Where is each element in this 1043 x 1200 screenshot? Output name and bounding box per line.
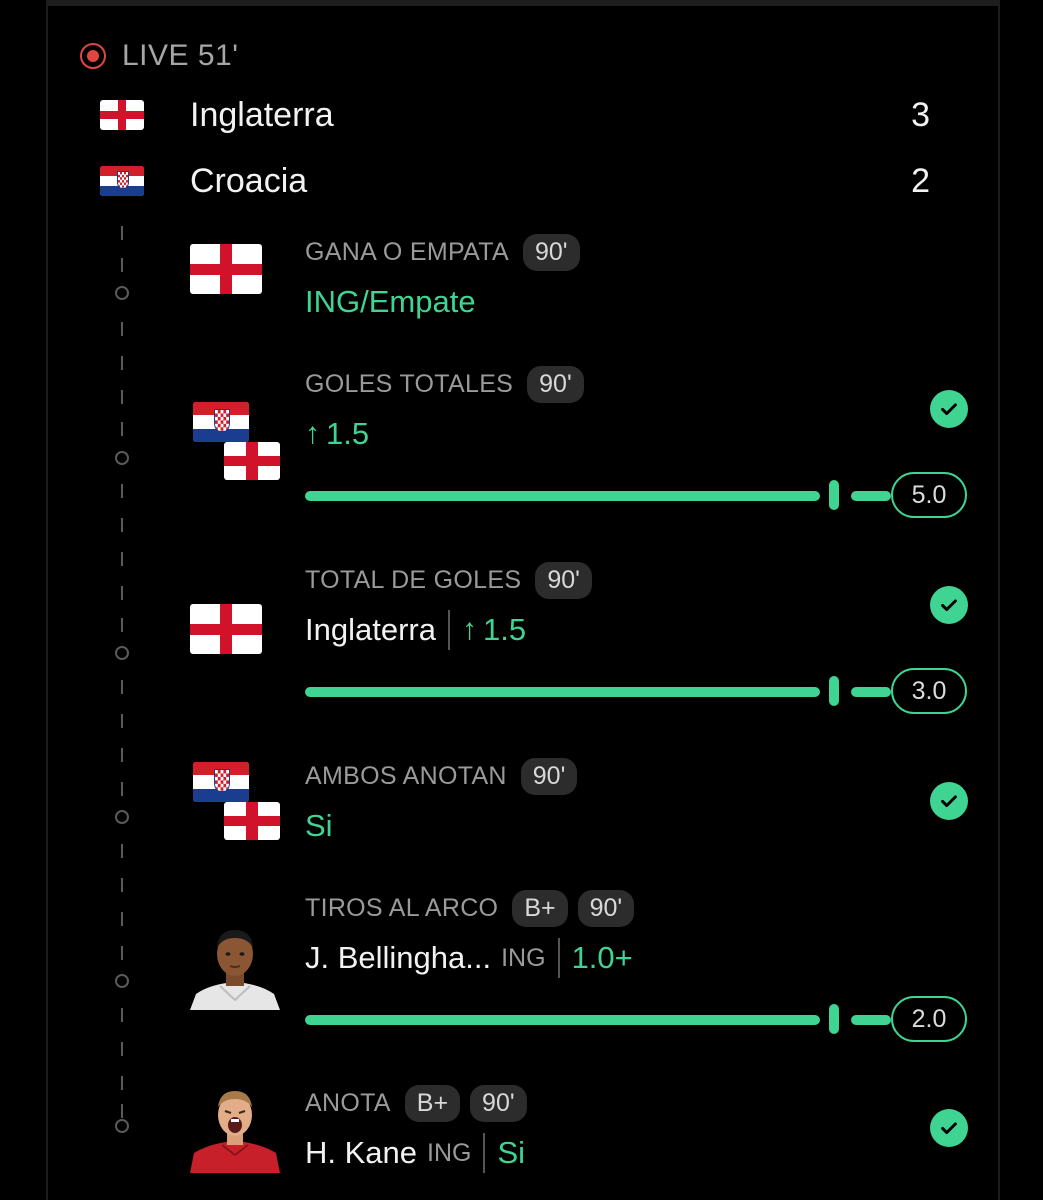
market-label: TIROS AL ARCO — [305, 893, 499, 922]
team-row-home: Inglaterra 3 — [100, 92, 940, 138]
croatia-flag-icon — [100, 166, 144, 196]
selection-value: 1.5 — [326, 416, 370, 451]
player-name: J. Bellingha... — [305, 940, 492, 975]
england-flag-icon — [100, 100, 144, 130]
bet-row[interactable]: GOLES TOTALES 90' ↑ 1.5 5.0 — [190, 364, 980, 524]
progress-bar: 3.0 — [305, 668, 967, 714]
bet-row[interactable]: TIROS AL ARCO B+ 90' J. Bellingha... ING… — [190, 888, 980, 1048]
market-label: AMBOS ANOTAN — [305, 761, 507, 790]
progress-target: 5.0 — [891, 472, 967, 518]
croatia-flag-icon — [193, 762, 249, 802]
progress-target: 2.0 — [891, 996, 967, 1042]
check-circle-icon — [930, 782, 968, 820]
selection-value: ING/Empate — [305, 284, 476, 319]
period-badge: 90' — [527, 365, 584, 403]
period-badge: 90' — [470, 1084, 527, 1122]
check-circle-icon — [930, 586, 968, 624]
market-label: TOTAL DE GOLES — [305, 565, 522, 594]
separator — [557, 938, 560, 978]
subject-name: Inglaterra — [305, 612, 436, 647]
croatia-flag-icon — [193, 402, 249, 442]
team-abbrev: ING — [501, 943, 546, 972]
team-name: Croacia — [190, 161, 308, 200]
live-status: LIVE 51' — [122, 39, 239, 72]
progress-target: 3.0 — [891, 668, 967, 714]
period-badge: 90' — [522, 233, 580, 271]
england-flag-icon — [224, 442, 280, 480]
player-avatar — [190, 1083, 280, 1173]
progress-bar: 5.0 — [305, 472, 967, 518]
bet-row[interactable]: ANOTA B+ 90' H. Kane ING Si — [190, 1083, 980, 1183]
market-label: GOLES TOTALES — [305, 369, 514, 398]
market-label: GANA O EMPATA — [305, 237, 509, 266]
bet-row[interactable]: AMBOS ANOTAN 90' Si — [190, 756, 980, 856]
selection-value: 1.0+ — [571, 940, 633, 975]
selection-value: Si — [497, 1135, 526, 1170]
check-circle-icon — [930, 390, 968, 428]
arrow-up-icon: ↑ — [305, 417, 320, 450]
live-dot-icon — [80, 43, 106, 69]
period-badge: 90' — [535, 561, 592, 599]
bet-row[interactable]: GANA O EMPATA 90' ING/Empate — [190, 232, 980, 332]
england-flag-icon — [190, 604, 262, 654]
progress-bar: 2.0 — [305, 996, 967, 1042]
player-name: H. Kane — [305, 1135, 418, 1170]
boost-badge: B+ — [404, 1084, 461, 1122]
boost-badge: B+ — [512, 889, 568, 927]
bet-row[interactable]: TOTAL DE GOLES 90' Inglaterra ↑ 1.5 3.0 — [190, 560, 980, 720]
england-flag-icon — [224, 802, 280, 840]
separator — [447, 610, 450, 650]
arrow-up-icon: ↑ — [461, 613, 477, 646]
selection-value: Si — [305, 808, 333, 843]
selection-value: 1.5 — [482, 612, 527, 647]
england-flag-icon — [190, 244, 262, 294]
team-name: Inglaterra — [190, 95, 334, 134]
team-score: 3 — [911, 95, 930, 134]
bet-timeline — [115, 226, 129, 1133]
team-row-away: Croacia 2 — [100, 158, 940, 204]
market-label: ANOTA — [305, 1088, 391, 1117]
check-circle-icon — [930, 1109, 968, 1147]
period-badge: 90' — [577, 889, 635, 927]
live-indicator: LIVE 51' — [80, 38, 238, 74]
team-abbrev: ING — [427, 1138, 472, 1167]
player-avatar — [190, 920, 280, 1010]
team-score: 2 — [911, 161, 930, 200]
separator — [483, 1133, 486, 1173]
period-badge: 90' — [520, 757, 578, 795]
